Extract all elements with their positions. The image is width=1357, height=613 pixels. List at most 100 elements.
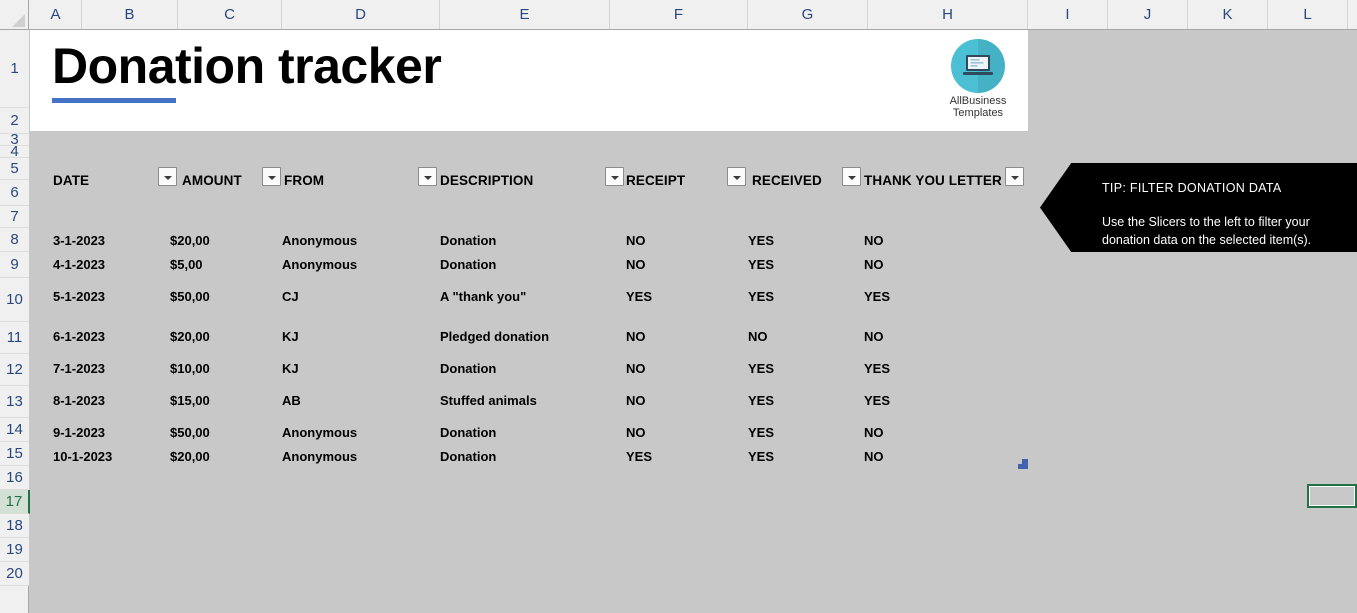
cell-receipt-6[interactable]: NO — [626, 393, 646, 408]
column-header-d[interactable]: D — [282, 0, 440, 29]
cell-from-4[interactable]: KJ — [282, 329, 299, 344]
cell-amount-6[interactable]: $15,00 — [170, 393, 210, 408]
cell-from-3[interactable]: CJ — [282, 289, 299, 304]
column-header-f[interactable]: F — [610, 0, 748, 29]
cell-received-4[interactable]: NO — [748, 329, 768, 344]
cell-receipt-7[interactable]: NO — [626, 425, 646, 440]
column-header-i[interactable]: I — [1028, 0, 1108, 29]
cell-from-8[interactable]: Anonymous — [282, 449, 357, 464]
cell-from-5[interactable]: KJ — [282, 361, 299, 376]
cell-description-3[interactable]: A "thank you" — [440, 289, 526, 304]
filter-dropdown-icon-thank-you-letter[interactable] — [1005, 167, 1024, 186]
row-header-8[interactable]: 8 — [0, 228, 29, 252]
row-header-18[interactable]: 18 — [0, 514, 29, 538]
cell-received-6[interactable]: YES — [748, 393, 774, 408]
cell-from-7[interactable]: Anonymous — [282, 425, 357, 440]
cell-amount-1[interactable]: $20,00 — [170, 233, 210, 248]
column-header-c[interactable]: C — [178, 0, 282, 29]
cell-receipt-4[interactable]: NO — [626, 329, 646, 344]
row-header-20[interactable]: 20 — [0, 562, 29, 586]
filter-dropdown-icon-date[interactable] — [158, 167, 177, 186]
cell-amount-8[interactable]: $20,00 — [170, 449, 210, 464]
column-header-k[interactable]: K — [1188, 0, 1268, 29]
cell-thank-you-6[interactable]: YES — [864, 393, 890, 408]
cell-receipt-5[interactable]: NO — [626, 361, 646, 376]
cell-thank-you-8[interactable]: NO — [864, 449, 884, 464]
cell-receipt-1[interactable]: NO — [626, 233, 646, 248]
cell-received-3[interactable]: YES — [748, 289, 774, 304]
column-header-j[interactable]: J — [1108, 0, 1188, 29]
logo-text-line2: Templates — [952, 107, 1004, 119]
cell-thank-you-3[interactable]: YES — [864, 289, 890, 304]
allbusiness-templates-logo: AllBusiness Templates — [936, 39, 1020, 125]
cell-amount-7[interactable]: $50,00 — [170, 425, 210, 440]
cell-description-2[interactable]: Donation — [440, 257, 496, 272]
cell-description-6[interactable]: Stuffed animals — [440, 393, 537, 408]
cell-thank-you-2[interactable]: NO — [864, 257, 884, 272]
column-header-g[interactable]: G — [748, 0, 868, 29]
cell-amount-3[interactable]: $50,00 — [170, 289, 210, 304]
cell-description-1[interactable]: Donation — [440, 233, 496, 248]
row-header-19[interactable]: 19 — [0, 538, 29, 562]
cell-thank-you-5[interactable]: YES — [864, 361, 890, 376]
row-header-12[interactable]: 12 — [0, 354, 29, 386]
cell-received-7[interactable]: YES — [748, 425, 774, 440]
cell-thank-you-7[interactable]: NO — [864, 425, 884, 440]
cell-date-5[interactable]: 7-1-2023 — [53, 361, 105, 376]
column-header-e[interactable]: E — [440, 0, 610, 29]
cell-receipt-3[interactable]: YES — [626, 289, 652, 304]
cell-date-2[interactable]: 4-1-2023 — [53, 257, 105, 272]
row-header-10[interactable]: 10 — [0, 278, 29, 322]
cell-description-5[interactable]: Donation — [440, 361, 496, 376]
row-header-14[interactable]: 14 — [0, 418, 29, 442]
filter-dropdown-icon-from[interactable] — [418, 167, 437, 186]
cell-description-4[interactable]: Pledged donation — [440, 329, 549, 344]
cell-received-5[interactable]: YES — [748, 361, 774, 376]
row-header-16[interactable]: 16 — [0, 466, 29, 490]
row-header-6[interactable]: 6 — [0, 180, 29, 206]
filter-dropdown-icon-amount[interactable] — [262, 167, 281, 186]
cell-thank-you-1[interactable]: NO — [864, 233, 884, 248]
table-resize-handle[interactable] — [1018, 459, 1028, 469]
row-header-1[interactable]: 1 — [0, 30, 29, 108]
row-header-11[interactable]: 11 — [0, 322, 29, 354]
filter-dropdown-icon-received[interactable] — [842, 167, 861, 186]
filter-dropdown-icon-receipt[interactable] — [727, 167, 746, 186]
cell-amount-5[interactable]: $10,00 — [170, 361, 210, 376]
row-header-15[interactable]: 15 — [0, 442, 29, 466]
cell-date-6[interactable]: 8-1-2023 — [53, 393, 105, 408]
select-all-corner[interactable] — [0, 0, 29, 29]
cell-received-1[interactable]: YES — [748, 233, 774, 248]
cell-from-2[interactable]: Anonymous — [282, 257, 357, 272]
column-header-h[interactable]: H — [868, 0, 1028, 29]
cell-amount-2[interactable]: $5,00 — [170, 257, 203, 272]
cell-date-4[interactable]: 6-1-2023 — [53, 329, 105, 344]
cell-from-6[interactable]: AB — [282, 393, 301, 408]
filter-dropdown-icon-description[interactable] — [605, 167, 624, 186]
cell-from-1[interactable]: Anonymous — [282, 233, 357, 248]
cell-description-8[interactable]: Donation — [440, 449, 496, 464]
column-header-a[interactable]: A — [30, 0, 82, 29]
cell-received-2[interactable]: YES — [748, 257, 774, 272]
cell-date-7[interactable]: 9-1-2023 — [53, 425, 105, 440]
cell-date-3[interactable]: 5-1-2023 — [53, 289, 105, 304]
logo-text: AllBusiness Templates — [936, 95, 1020, 119]
active-cell-selection[interactable] — [1307, 484, 1357, 508]
column-label-amount: AMOUNT — [182, 173, 242, 188]
cell-received-8[interactable]: YES — [748, 449, 774, 464]
cell-date-8[interactable]: 10-1-2023 — [53, 449, 112, 464]
row-header-4[interactable]: 4 — [0, 143, 29, 160]
cell-description-7[interactable]: Donation — [440, 425, 496, 440]
row-header-7[interactable]: 7 — [0, 206, 29, 228]
column-header-l[interactable]: L — [1268, 0, 1348, 29]
row-header-13[interactable]: 13 — [0, 386, 29, 418]
column-header-b[interactable]: B — [82, 0, 178, 29]
cell-thank-you-4[interactable]: NO — [864, 329, 884, 344]
cell-amount-4[interactable]: $20,00 — [170, 329, 210, 344]
row-header-5[interactable]: 5 — [0, 158, 29, 180]
cell-receipt-2[interactable]: NO — [626, 257, 646, 272]
cell-receipt-8[interactable]: YES — [626, 449, 652, 464]
row-header-9[interactable]: 9 — [0, 252, 29, 278]
row-header-17[interactable]: 17 — [0, 490, 30, 514]
cell-date-1[interactable]: 3-1-2023 — [53, 233, 105, 248]
